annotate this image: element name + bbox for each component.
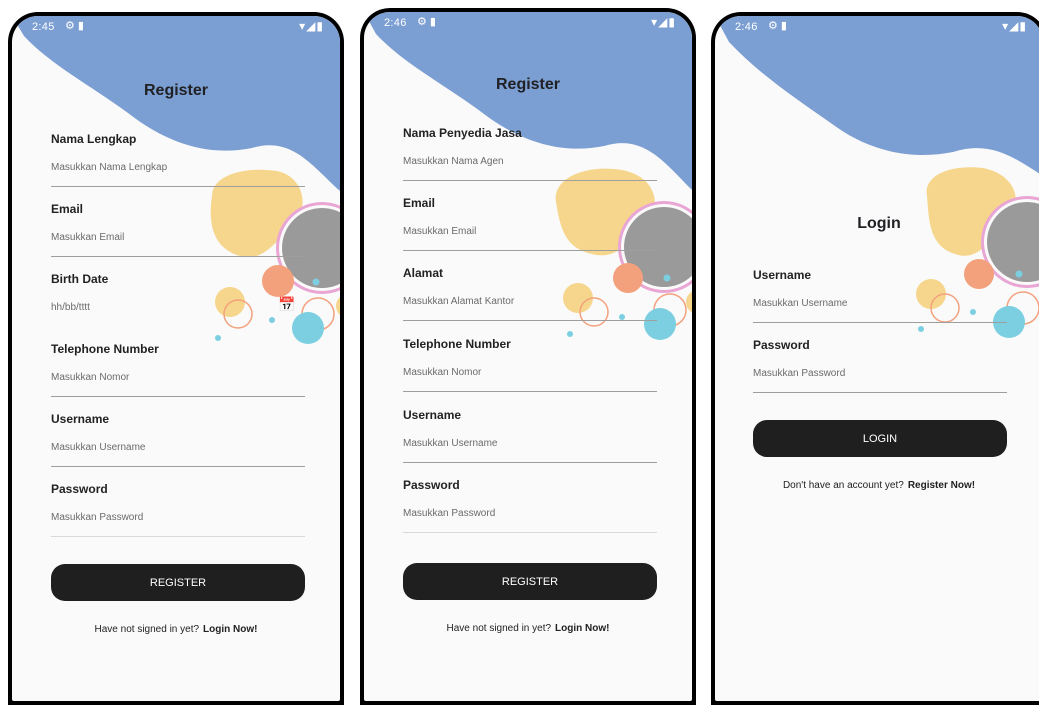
phone-login: 2:46 ⚙ ▮ ▾◢▮ Login Username Masukkan Use…: [711, 12, 1039, 705]
register-button[interactable]: REGISTER: [403, 563, 657, 600]
field-username[interactable]: Username Masukkan Username: [753, 268, 1007, 323]
status-bar: 2:46 ⚙ ▮ ▾◢▮: [364, 12, 692, 36]
status-time: 2:46: [384, 17, 407, 29]
wifi-signal-battery-icon: ▾◢▮: [1002, 19, 1027, 33]
settings-sdcard-icon: ⚙ ▮: [417, 16, 436, 28]
field-label: Username: [753, 268, 812, 282]
wifi-signal-battery-icon: ▾◢▮: [299, 19, 324, 33]
register-now-link[interactable]: Register Now!: [908, 480, 975, 491]
field-label: Password: [403, 478, 460, 492]
status-bar: 2:45 ⚙ ▮ ▾◢▮: [12, 16, 340, 40]
field-label: Telephone Number: [403, 337, 511, 351]
field-address[interactable]: Alamat Masukkan Alamat Kantor: [403, 266, 657, 321]
input-underline: [403, 532, 657, 533]
login-now-link[interactable]: Login Now!: [555, 623, 609, 634]
screen: 2:46 ⚙ ▮ ▾◢▮ Login Username Masukkan Use…: [715, 16, 1039, 701]
telephone-input[interactable]: Masukkan Nomor: [51, 372, 305, 383]
password-input[interactable]: Masukkan Password: [51, 512, 305, 523]
footer-text: Have not signed in yet?: [94, 624, 200, 635]
footer-register-prompt: Don't have an account yet? Register Now!: [715, 480, 1039, 491]
input-underline: [403, 391, 657, 392]
settings-sdcard-icon: ⚙ ▮: [768, 20, 787, 32]
field-full-name[interactable]: Nama Lengkap Masukkan Nama Lengkap: [51, 132, 305, 187]
field-label: Username: [403, 408, 462, 422]
address-input[interactable]: Masukkan Alamat Kantor: [403, 296, 657, 307]
field-label: Birth Date: [51, 272, 109, 286]
calendar-edit-icon[interactable]: 📅: [278, 296, 295, 313]
input-underline: [51, 536, 305, 537]
field-label: Username: [51, 412, 110, 426]
footer-text: Don't have an account yet?: [782, 480, 904, 491]
field-telephone[interactable]: Telephone Number Masukkan Nomor: [403, 337, 657, 392]
input-underline: [51, 186, 305, 187]
telephone-input[interactable]: Masukkan Nomor: [403, 367, 657, 378]
field-label: Alamat: [403, 266, 444, 280]
field-label: Password: [51, 482, 108, 496]
username-input[interactable]: Masukkan Username: [403, 438, 657, 449]
input-underline: [753, 392, 1007, 393]
birth-date-input[interactable]: hh/bb/tttt: [51, 302, 305, 313]
input-underline: [51, 256, 305, 257]
screen: 2:46 ⚙ ▮ ▾◢▮ Register Nama Penyedia Jasa…: [364, 12, 692, 701]
phone-register-user: 2:45 ⚙ ▮ ▾◢▮ Register Nama Lengkap Masuk…: [8, 12, 344, 705]
field-label: Nama Penyedia Jasa: [403, 126, 522, 140]
username-input[interactable]: Masukkan Username: [753, 298, 1007, 309]
footer-login-prompt: Have not signed in yet? Login Now!: [364, 623, 692, 634]
field-username[interactable]: Username Masukkan Username: [51, 412, 305, 467]
phone-register-agent: 2:46 ⚙ ▮ ▾◢▮ Register Nama Penyedia Jasa…: [360, 8, 696, 705]
input-underline: [403, 180, 657, 181]
password-input[interactable]: Masukkan Password: [753, 368, 1007, 379]
field-birth-date[interactable]: Birth Date hh/bb/tttt: [51, 272, 305, 313]
email-input[interactable]: Masukkan Email: [51, 232, 305, 243]
wifi-signal-battery-icon: ▾◢▮: [651, 15, 676, 29]
field-label: Email: [403, 196, 436, 210]
input-underline: [51, 396, 305, 397]
register-button[interactable]: REGISTER: [51, 564, 305, 601]
input-underline: [51, 466, 305, 467]
input-underline: [753, 322, 1007, 323]
input-underline: [403, 320, 657, 321]
status-bar: 2:46 ⚙ ▮ ▾◢▮: [715, 16, 1039, 40]
field-label: Email: [51, 202, 84, 216]
agent-name-input[interactable]: Masukkan Nama Agen: [403, 156, 657, 167]
field-label: Password: [753, 338, 810, 352]
password-input[interactable]: Masukkan Password: [403, 508, 657, 519]
email-input[interactable]: Masukkan Email: [403, 226, 657, 237]
screen: 2:45 ⚙ ▮ ▾◢▮ Register Nama Lengkap Masuk…: [12, 16, 340, 701]
status-time: 2:46: [735, 21, 758, 33]
input-underline: [403, 250, 657, 251]
field-label: Nama Lengkap: [51, 132, 137, 146]
login-now-link[interactable]: Login Now!: [203, 624, 257, 635]
login-button[interactable]: LOGIN: [753, 420, 1007, 457]
settings-sdcard-icon: ⚙ ▮: [65, 20, 84, 32]
status-time: 2:45: [32, 21, 55, 33]
field-email[interactable]: Email Masukkan Email: [51, 202, 305, 257]
field-password[interactable]: Password Masukkan Password: [753, 338, 1007, 393]
field-password[interactable]: Password Masukkan Password: [403, 478, 657, 533]
full-name-input[interactable]: Masukkan Nama Lengkap: [51, 162, 305, 173]
field-label: Telephone Number: [51, 342, 159, 356]
username-input[interactable]: Masukkan Username: [51, 442, 305, 453]
field-telephone[interactable]: Telephone Number Masukkan Nomor: [51, 342, 305, 397]
field-password[interactable]: Password Masukkan Password: [51, 482, 305, 537]
field-email[interactable]: Email Masukkan Email: [403, 196, 657, 251]
page-title: Register: [495, 76, 561, 93]
input-underline: [403, 462, 657, 463]
field-agent-name[interactable]: Nama Penyedia Jasa Masukkan Nama Agen: [403, 126, 657, 181]
footer-text: Have not signed in yet?: [446, 623, 552, 634]
page-title: Login: [857, 215, 901, 232]
footer-login-prompt: Have not signed in yet? Login Now!: [12, 624, 340, 635]
page-title: Register: [143, 82, 209, 99]
field-username[interactable]: Username Masukkan Username: [403, 408, 657, 463]
